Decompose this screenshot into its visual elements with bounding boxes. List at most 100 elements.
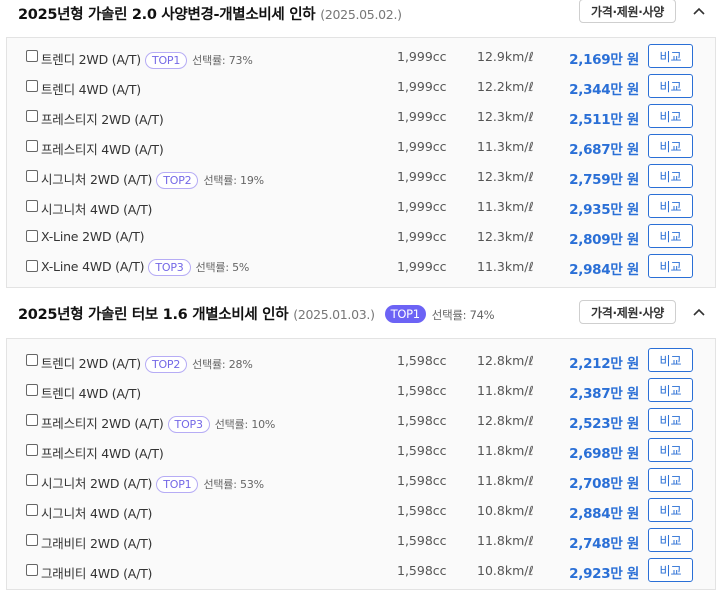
price: 2,809만 원	[569, 232, 639, 248]
section-title: 2025년형 가솔린 2.0 사양변경-개별소비세 인하 (2025.05.02.…	[18, 3, 402, 24]
selection-rate: 선택률: 19%	[203, 174, 264, 187]
trim-checkbox[interactable]	[26, 504, 38, 516]
trim-row: 프레스티지 4WD (A/T) 1,598cc 11.8km/ℓ 2,698만 …	[7, 435, 715, 465]
trim-row: 시그니처 4WD (A/T) 1,598cc 10.8km/ℓ 2,884만 원…	[7, 495, 715, 525]
fuel-efficiency: 11.8km/ℓ	[477, 533, 534, 548]
trim-name: 그래비티 2WD (A/T)	[41, 536, 153, 551]
trim-name: 프레스티지 2WD (A/T)	[41, 416, 164, 431]
chevron-up-icon[interactable]	[689, 302, 709, 322]
trim-checkbox[interactable]	[26, 50, 38, 62]
displacement: 1,999cc	[397, 229, 447, 244]
fuel-efficiency: 10.8km/ℓ	[477, 563, 534, 578]
selection-rate: 선택률: 74%	[431, 308, 495, 322]
compare-button[interactable]: 비교	[648, 134, 693, 158]
compare-button[interactable]: 비교	[648, 378, 693, 402]
price: 2,984만 원	[569, 262, 639, 278]
trim-name: 트렌디 2WD (A/T)	[41, 52, 141, 67]
compare-button[interactable]: 비교	[648, 224, 693, 248]
price: 2,748만 원	[569, 536, 639, 552]
trim-row: 그래비티 4WD (A/T) 1,598cc 10.8km/ℓ 2,923만 원…	[7, 555, 715, 585]
compare-button[interactable]: 비교	[648, 498, 693, 522]
displacement: 1,598cc	[397, 413, 447, 428]
top-badge: TOP3	[148, 259, 191, 276]
trim-checkbox[interactable]	[26, 384, 38, 396]
displacement: 1,598cc	[397, 383, 447, 398]
top-badge: TOP1	[156, 476, 199, 493]
selection-rate: 선택률: 28%	[192, 358, 253, 371]
displacement: 1,598cc	[397, 503, 447, 518]
top-badge: TOP1	[144, 52, 188, 69]
compare-button[interactable]: 비교	[648, 468, 693, 492]
trim-list: 트렌디 2WD (A/T) TOP2 선택률: 28% 1,598cc 12.8km…	[6, 338, 716, 590]
compare-button[interactable]: 비교	[648, 164, 693, 188]
trim-checkbox[interactable]	[26, 414, 38, 426]
section-title-text: 2025년형 가솔린 터보 1.6 개별소비세 인하	[18, 307, 289, 323]
price: 2,169만 원	[569, 52, 639, 68]
compare-button[interactable]: 비교	[648, 194, 693, 218]
fuel-efficiency: 12.2km/ℓ	[477, 79, 534, 94]
trim-row: 그래비티 2WD (A/T) 1,598cc 11.8km/ℓ 2,748만 원…	[7, 525, 715, 555]
trim-checkbox[interactable]	[26, 110, 38, 122]
compare-button[interactable]: 비교	[648, 44, 693, 68]
displacement: 1,598cc	[397, 473, 447, 488]
top-badge: TOP2	[144, 356, 188, 373]
trim-checkbox[interactable]	[26, 534, 38, 546]
fuel-efficiency: 11.3km/ℓ	[477, 139, 534, 154]
selection-rate: 선택률: 5%	[195, 261, 250, 274]
trim-checkbox[interactable]	[26, 200, 38, 212]
trim-checkbox[interactable]	[26, 564, 38, 576]
chevron-up-icon[interactable]	[689, 1, 709, 21]
trim-row: 프레스티지 2WD (A/T) TOP3 선택률: 10% 1,598cc 12.8…	[7, 405, 715, 435]
trim-checkbox[interactable]	[26, 444, 38, 456]
price: 2,687만 원	[569, 142, 639, 158]
displacement: 1,999cc	[397, 139, 447, 154]
trim-checkbox[interactable]	[26, 354, 38, 366]
compare-button[interactable]: 비교	[648, 528, 693, 552]
fuel-efficiency: 12.8km/ℓ	[477, 413, 534, 428]
top-badge: TOP2	[156, 172, 199, 189]
compare-button[interactable]: 비교	[648, 408, 693, 432]
compare-button[interactable]: 비교	[648, 74, 693, 98]
selection-rate: 선택률: 10%	[214, 418, 276, 431]
trim-row: 트렌디 2WD (A/T) TOP1 선택률: 73% 1,999cc 12.9km…	[7, 41, 715, 71]
trim-name: 시그니처 2WD (A/T)	[41, 172, 153, 187]
compare-button[interactable]: 비교	[648, 438, 693, 462]
trim-name: 시그니처 4WD (A/T)	[41, 202, 153, 217]
displacement: 1,999cc	[397, 109, 447, 124]
fuel-efficiency: 12.3km/ℓ	[477, 229, 534, 244]
trim-checkbox[interactable]	[26, 474, 38, 486]
trim-row: 트렌디 2WD (A/T) TOP2 선택률: 28% 1,598cc 12.8km…	[7, 345, 715, 375]
fuel-efficiency: 11.8km/ℓ	[477, 383, 534, 398]
displacement: 1,598cc	[397, 353, 447, 368]
compare-button[interactable]: 비교	[648, 348, 693, 372]
fuel-efficiency: 12.3km/ℓ	[477, 109, 534, 124]
section-title: 2025년형 가솔린 터보 1.6 개별소비세 인하 (2025.01.03.) T…	[18, 303, 495, 324]
trim-checkbox[interactable]	[26, 170, 38, 182]
fuel-efficiency: 11.3km/ℓ	[477, 259, 534, 274]
displacement: 1,598cc	[397, 533, 447, 548]
price: 2,923만 원	[569, 566, 639, 582]
trim-checkbox[interactable]	[26, 140, 38, 152]
trim-section-header: 2025년형 가솔린 터보 1.6 개별소비세 인하 (2025.01.03.) T…	[0, 294, 727, 328]
trim-row: 트렌디 4WD (A/T) 1,999cc 12.2km/ℓ 2,344만 원 …	[7, 71, 715, 101]
compare-button[interactable]: 비교	[648, 254, 693, 278]
spec-button[interactable]: 가격·제원·사양	[579, 300, 676, 324]
trim-name: 트렌디 4WD (A/T)	[41, 386, 141, 401]
price: 2,698만 원	[569, 446, 639, 462]
trim-checkbox[interactable]	[26, 80, 38, 92]
spec-button[interactable]: 가격·제원·사양	[579, 0, 676, 23]
trim-row: 프레스티지 4WD (A/T) 1,999cc 11.3km/ℓ 2,687만 …	[7, 131, 715, 161]
price: 2,387만 원	[569, 386, 639, 402]
fuel-efficiency: 11.8km/ℓ	[477, 443, 534, 458]
price: 2,344만 원	[569, 82, 639, 98]
trim-checkbox[interactable]	[26, 260, 38, 272]
compare-button[interactable]: 비교	[648, 558, 693, 582]
trim-name: 시그니처 4WD (A/T)	[41, 506, 153, 521]
fuel-efficiency: 11.8km/ℓ	[477, 473, 534, 488]
trim-row: 시그니처 4WD (A/T) 1,999cc 11.3km/ℓ 2,935만 원…	[7, 191, 715, 221]
trim-checkbox[interactable]	[26, 230, 38, 242]
trim-section-header: 2025년형 가솔린 2.0 사양변경-개별소비세 인하 (2025.05.02.…	[0, 0, 727, 28]
trim-row: 시그니처 2WD (A/T) TOP1 선택률: 53% 1,598cc 11.8k…	[7, 465, 715, 495]
trim-name: X-Line 2WD (A/T)	[41, 229, 145, 244]
compare-button[interactable]: 비교	[648, 104, 693, 128]
